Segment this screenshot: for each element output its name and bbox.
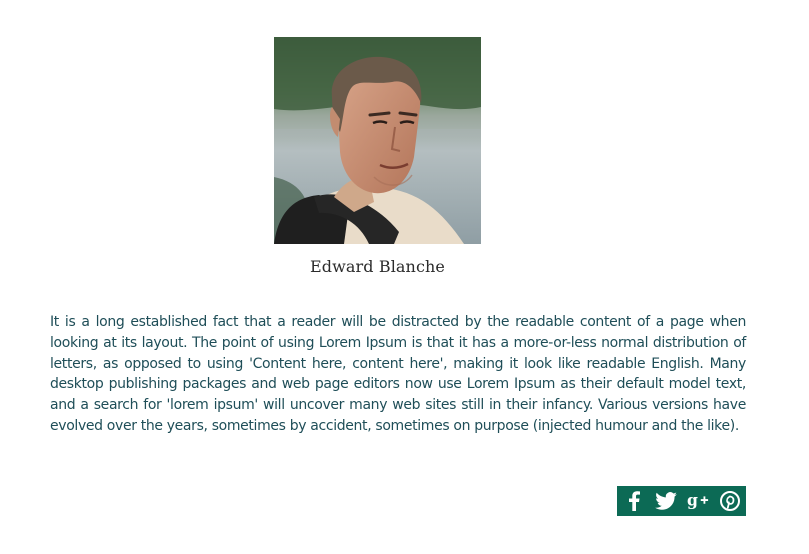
profile-bio: It is a long established fact that a rea…	[50, 314, 746, 434]
twitter-icon[interactable]	[654, 490, 677, 512]
profile-photo	[274, 37, 481, 244]
facebook-icon[interactable]	[623, 490, 645, 512]
pinterest-icon[interactable]	[719, 490, 741, 512]
svg-text:g: g	[687, 491, 698, 510]
google-plus-icon[interactable]: g	[687, 490, 709, 512]
profile-name: Edward Blanche	[310, 257, 445, 276]
social-share-bar: g	[617, 486, 746, 516]
